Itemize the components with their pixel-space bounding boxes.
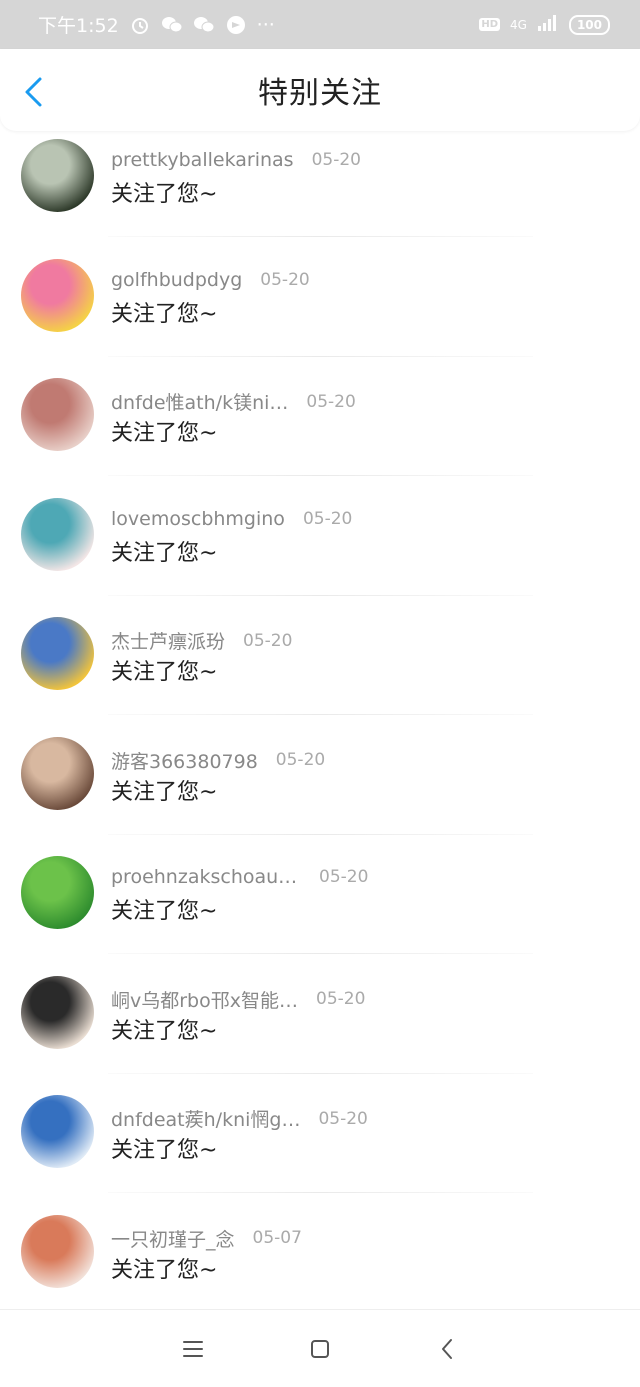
name-line: dnfdeat蒺h/kni惘g… 05-20 [111, 1105, 368, 1132]
list-item[interactable]: dnfde惟ath/k镁ni… 05-20 关注了您~ [0, 370, 640, 490]
date: 05-20 [318, 1108, 368, 1129]
avatar[interactable] [21, 497, 94, 571]
back-button[interactable] [18, 75, 52, 109]
avatar[interactable] [21, 856, 94, 929]
user-name: dnfdeat蒺h/kni惘g… [111, 1109, 301, 1131]
name-line: golfhbudpdyg 05-20 [111, 269, 310, 291]
back-triangle-icon [441, 1338, 452, 1359]
list-item[interactable]: prettkyballekarinas 05-20 关注了您~ [0, 131, 640, 251]
menu-button[interactable] [178, 1334, 208, 1364]
date: 05-20 [306, 391, 356, 412]
message: 关注了您~ [111, 1018, 218, 1044]
wechat-icon [161, 14, 183, 36]
user-name: dnfde惟ath/k镁ni… [111, 392, 289, 414]
user-name: 游客366380798 [111, 750, 258, 773]
message: 关注了您~ [111, 421, 218, 446]
list-item[interactable]: 杰士芦瘭派玢 05-20 关注了您~ [0, 609, 640, 729]
name-line: prettkyballekarinas 05-20 [111, 149, 361, 171]
date: 05-20 [316, 989, 366, 1009]
menu-icon [183, 1340, 204, 1357]
avatar[interactable] [21, 617, 94, 690]
date: 05-20 [319, 867, 369, 887]
divider [108, 355, 533, 357]
avatar[interactable] [21, 1214, 94, 1288]
user-name: prettkyballekarinas [111, 149, 294, 171]
status-left: 下午1:52 ··· [38, 11, 275, 38]
date: 05-20 [311, 150, 361, 170]
date: 05-20 [302, 508, 353, 529]
user-name: lovemoscbhmgino [111, 507, 285, 530]
name-line: proehnzakschoaul… 05-20 [111, 866, 368, 888]
avatar[interactable] [21, 736, 94, 810]
divider [108, 833, 533, 835]
follow-list: prettkyballekarinas 05-20 关注了您~ golfhbud… [0, 131, 640, 1326]
chevron-left-icon [25, 77, 42, 107]
user-name: proehnzakschoaul… [111, 866, 301, 888]
avatar[interactable] [21, 378, 94, 451]
message: 关注了您~ [111, 1257, 218, 1283]
message: 关注了您~ [111, 779, 218, 805]
divider [108, 953, 533, 954]
date: 05-20 [260, 269, 310, 290]
network-type: 4G [510, 17, 527, 32]
divider [108, 236, 533, 237]
avatar[interactable] [21, 975, 94, 1049]
name-line: 杰士芦瘭派玢 05-20 [111, 627, 292, 654]
list-item[interactable]: 游客366380798 05-20 关注了您~ [0, 729, 640, 849]
avatar[interactable] [21, 1095, 94, 1168]
message: 关注了您~ [111, 540, 218, 566]
divider [108, 594, 533, 596]
name-line: 游客366380798 05-20 [111, 747, 325, 774]
date: 05-20 [275, 750, 326, 770]
alarm-icon [129, 14, 151, 36]
user-name: 峒v乌都rbo邗x智能… [111, 989, 298, 1012]
message: 关注了您~ [111, 899, 218, 924]
name-line: 一只初瑾子_念 05-07 [111, 1225, 302, 1252]
status-right: HD 4G 100 [479, 14, 610, 35]
avatar[interactable] [21, 139, 94, 212]
more-notifications-icon: ··· [256, 13, 275, 36]
home-square-icon [310, 1339, 329, 1358]
divider [108, 475, 533, 476]
header: 特别关注 [0, 49, 640, 131]
avatar[interactable] [21, 258, 94, 332]
status-bar: 下午1:52 ··· HD 4G 100 [0, 0, 640, 49]
system-nav-bar [0, 1309, 640, 1387]
divider [108, 714, 533, 715]
date: 05-20 [243, 630, 293, 651]
wechat-icon-2 [193, 14, 215, 36]
status-time: 下午1:52 [38, 15, 119, 37]
list-item[interactable]: 峒v乌都rbo邗x智能… 05-20 关注了您~ [0, 968, 640, 1088]
home-button[interactable] [305, 1334, 335, 1364]
user-name: 一只初瑾子_念 [111, 1228, 235, 1251]
list-item[interactable]: dnfdeat蒺h/kni惘g… 05-20 关注了您~ [0, 1087, 640, 1207]
date: 05-07 [252, 1228, 302, 1248]
list-item[interactable]: golfhbudpdyg 05-20 关注了您~ [0, 251, 640, 371]
signal-icon [537, 15, 559, 34]
divider [108, 1072, 533, 1074]
back-nav-button[interactable] [432, 1334, 462, 1364]
message: 关注了您~ [111, 182, 218, 207]
name-line: lovemoscbhmgino 05-20 [111, 508, 352, 530]
name-line: dnfde惟ath/k镁ni… 05-20 [111, 388, 356, 415]
name-line: 峒v乌都rbo邗x智能… 05-20 [111, 986, 365, 1013]
list-item[interactable]: lovemoscbhmgino 05-20 关注了您~ [0, 490, 640, 610]
app-notification-icon [225, 14, 247, 36]
list-item[interactable]: proehnzakschoaul… 05-20 关注了您~ [0, 848, 640, 968]
page-title: 特别关注 [258, 76, 382, 111]
hd-icon: HD [479, 18, 500, 31]
battery-indicator: 100 [568, 14, 610, 35]
user-name: 杰士芦瘭派玢 [111, 631, 226, 653]
user-name: golfhbudpdyg [111, 268, 243, 291]
message: 关注了您~ [111, 301, 218, 327]
message: 关注了您~ [111, 1138, 218, 1163]
message: 关注了您~ [111, 660, 218, 685]
divider [108, 1192, 533, 1193]
